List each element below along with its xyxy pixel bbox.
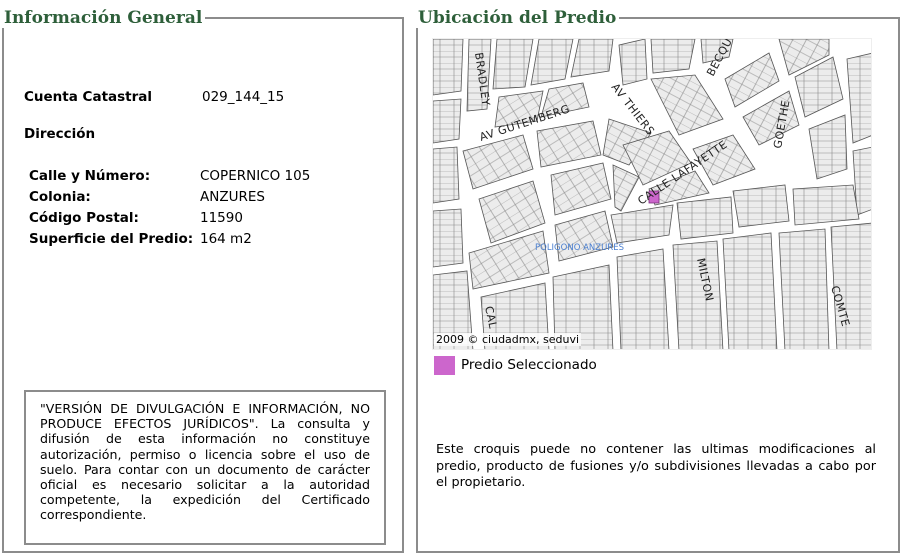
disclaimer-box: "VERSIÓN DE DIVULGACIÓN E INFORMACIÓN, N… [24, 390, 386, 545]
codigo-postal-value: 11590 [200, 210, 243, 226]
ubicacion-predio-title: Ubicación del Predio [418, 8, 617, 28]
poligono-anzures-label: POLIGONO ANZURES [535, 243, 624, 253]
superficie-value: 164 m2 [200, 231, 252, 247]
predio-legend-label: Predio Seleccionado [461, 357, 597, 373]
map-credit: 2009 © ciudadmx, seduvi [434, 333, 582, 346]
colonia-label: Colonia: [29, 189, 91, 205]
croquis-note: Este croquis puede no contener las ultim… [436, 442, 876, 490]
predio-legend-swatch [434, 356, 455, 375]
calle-label: Calle y Número: [29, 168, 151, 184]
colonia-value: ANZURES [200, 189, 265, 205]
cuenta-catastral-value: 029_144_15 [202, 89, 285, 105]
cuenta-catastral-label: Cuenta Catastral [24, 89, 153, 105]
calle-value: COPERNICO 105 [200, 168, 311, 184]
disclaimer-text: "VERSIÓN DE DIVULGACIÓN E INFORMACIÓN, N… [40, 401, 370, 523]
location-map[interactable]: BRADLEY BECQU AV THIERS AV GUTEMBERG GOE… [432, 38, 872, 350]
superficie-label: Superficie del Predio: [29, 231, 194, 247]
informacion-general-title: Información General [4, 8, 203, 28]
direccion-label: Dirección [24, 126, 96, 142]
codigo-postal-label: Código Postal: [29, 210, 139, 226]
